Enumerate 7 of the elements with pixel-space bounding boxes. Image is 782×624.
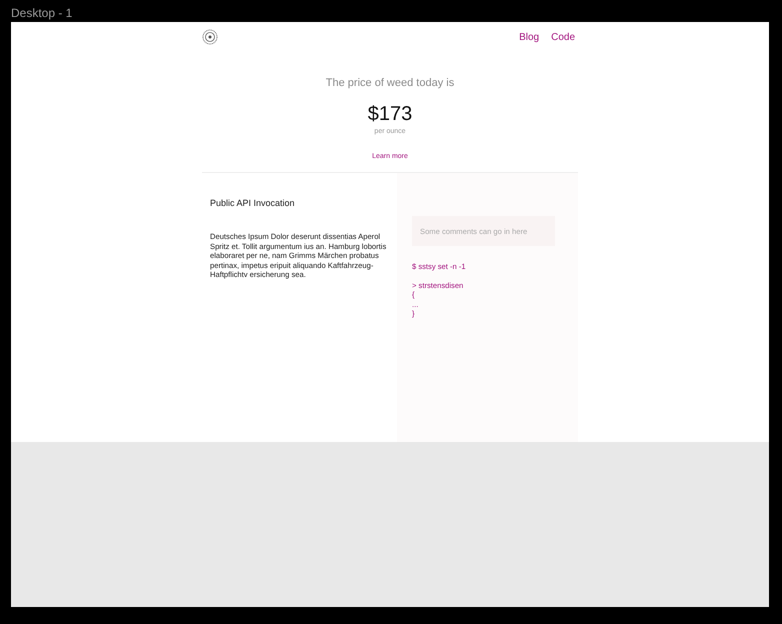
logo-icon[interactable] (202, 29, 218, 45)
nav-link[interactable]: Code (551, 32, 575, 42)
headline: The price of weed today is (326, 77, 454, 89)
price: $173 (368, 103, 412, 126)
section-title: Public API Invocation (210, 198, 296, 208)
nav-link[interactable]: Blog (519, 32, 540, 42)
frame-title: Desktop - 1 (10, 5, 74, 22)
